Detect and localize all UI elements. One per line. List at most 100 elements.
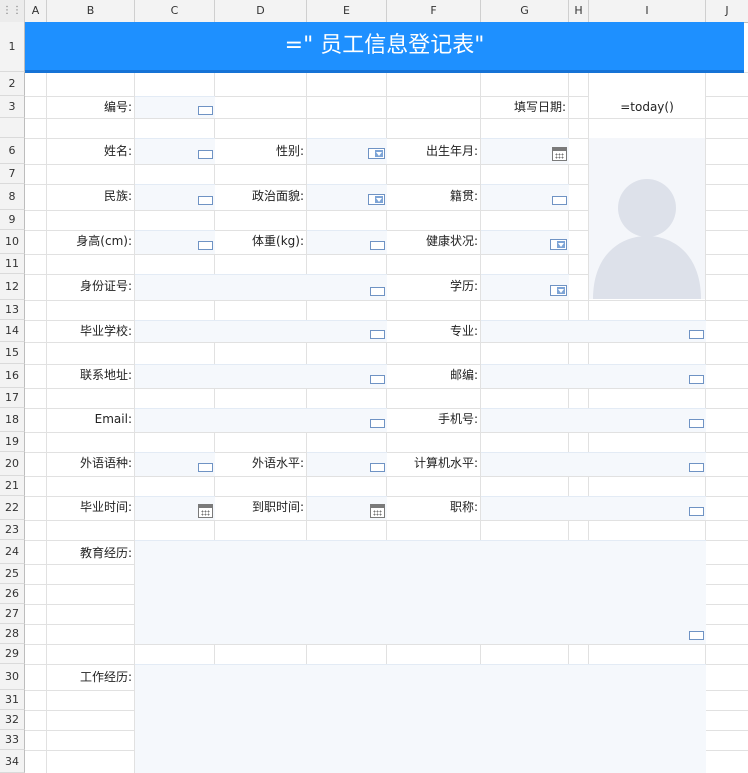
textbox-widget-icon — [552, 196, 567, 205]
height-field[interactable] — [135, 230, 215, 254]
textbox-widget-icon — [689, 463, 704, 472]
lang-field[interactable] — [135, 452, 215, 476]
column-header[interactable]: F — [387, 0, 481, 22]
name-field[interactable] — [135, 138, 215, 164]
row-header[interactable]: 27 — [0, 604, 25, 624]
form-title-banner[interactable]: =" 员工信息登记表" — [25, 22, 744, 73]
native-field[interactable] — [481, 184, 569, 210]
birth-date-picker[interactable] — [481, 138, 569, 164]
dropdown-icon[interactable] — [368, 148, 385, 159]
weight-field[interactable] — [307, 230, 387, 254]
column-header[interactable]: C — [135, 0, 215, 22]
calendar-icon[interactable] — [552, 147, 567, 161]
row-header[interactable]: 11 — [0, 254, 25, 274]
label-work-history: 工作经历: — [79, 670, 132, 684]
column-header[interactable]: G — [481, 0, 569, 22]
column-header[interactable]: A — [25, 0, 47, 22]
textbox-widget-icon — [370, 463, 385, 472]
grad-time-picker[interactable] — [135, 496, 215, 520]
edu-history-textarea[interactable] — [135, 540, 706, 644]
work-history-textarea[interactable] — [135, 664, 706, 773]
lang-level-field[interactable] — [307, 452, 387, 476]
dropdown-icon[interactable] — [368, 194, 385, 205]
row-header[interactable]: 29 — [0, 644, 25, 664]
row-header[interactable]: 23 — [0, 520, 25, 540]
column-header[interactable]: I — [589, 0, 706, 22]
fill-date-field[interactable]: =today() — [589, 96, 705, 118]
row-header[interactable]: 22 — [0, 496, 25, 520]
textbox-widget-icon — [198, 150, 213, 159]
calendar-icon[interactable] — [198, 504, 213, 518]
row-header[interactable]: 14 — [0, 320, 25, 342]
row-header[interactable]: 15 — [0, 342, 25, 364]
calendar-icon[interactable] — [370, 504, 385, 518]
row-header[interactable]: 28 — [0, 624, 25, 644]
education-select[interactable] — [481, 274, 569, 300]
title-field[interactable] — [481, 496, 706, 520]
ethnic-field[interactable] — [135, 184, 215, 210]
zip-field[interactable] — [481, 364, 706, 388]
phone-field[interactable] — [481, 408, 706, 432]
cell-grid[interactable] — [25, 22, 748, 773]
row-header[interactable]: 9 — [0, 210, 25, 230]
textbox-widget-icon — [370, 287, 385, 296]
textbox-widget-icon — [198, 241, 213, 250]
row-header[interactable]: 10 — [0, 230, 25, 254]
column-header[interactable]: H — [569, 0, 589, 22]
column-header[interactable]: D — [215, 0, 307, 22]
row-header[interactable]: 18 — [0, 408, 25, 432]
label-title: 职称: — [449, 500, 478, 514]
row-header[interactable]: 3 — [0, 96, 25, 118]
gender-select[interactable] — [307, 138, 387, 164]
column-header[interactable]: E — [307, 0, 387, 22]
label-weight: 体重(kg): — [252, 234, 304, 248]
label-political: 政治面貌: — [251, 189, 304, 203]
label-height: 身高(cm): — [76, 234, 132, 248]
label-education: 学历: — [449, 279, 478, 293]
label-phone: 手机号: — [437, 412, 478, 426]
idcard-field[interactable] — [135, 274, 387, 300]
row-header[interactable]: 30 — [0, 664, 25, 690]
row-header[interactable]: 6 — [0, 138, 25, 164]
row-header[interactable]: 31 — [0, 690, 25, 710]
row-header[interactable]: 8 — [0, 184, 25, 210]
address-field[interactable] — [135, 364, 387, 388]
school-field[interactable] — [135, 320, 387, 342]
political-select[interactable] — [307, 184, 387, 210]
label-email: Email: — [94, 412, 132, 426]
row-header[interactable]: 13 — [0, 300, 25, 320]
row-header[interactable]: 26 — [0, 584, 25, 604]
computer-level-field[interactable] — [481, 452, 706, 476]
textbox-widget-icon — [689, 419, 704, 428]
column-header[interactable]: J — [706, 0, 748, 22]
row-header[interactable]: 12 — [0, 274, 25, 300]
row-header[interactable]: 17 — [0, 388, 25, 408]
row-header[interactable]: 19 — [0, 432, 25, 452]
dropdown-icon[interactable] — [550, 239, 567, 250]
label-gender: 性别: — [275, 144, 304, 158]
row-header[interactable]: 25 — [0, 564, 25, 584]
column-header[interactable]: B — [47, 0, 135, 22]
major-field[interactable] — [481, 320, 706, 342]
column-header-bar: ⋮⋮ A B C D E F G H I J — [0, 0, 748, 23]
label-health: 健康状况: — [425, 234, 478, 248]
label-name: 姓名: — [103, 144, 132, 158]
row-header[interactable]: 33 — [0, 730, 25, 750]
row-header[interactable]: 7 — [0, 164, 25, 184]
id-field[interactable] — [135, 96, 215, 118]
email-field[interactable] — [135, 408, 387, 432]
row-header[interactable]: 21 — [0, 476, 25, 496]
select-all-corner[interactable]: ⋮⋮ — [0, 0, 25, 22]
row-header[interactable]: 32 — [0, 710, 25, 730]
label-address: 联系地址: — [79, 368, 132, 382]
join-time-picker[interactable] — [307, 496, 387, 520]
row-header[interactable]: 34 — [0, 750, 25, 773]
row-header[interactable]: 20 — [0, 452, 25, 476]
dropdown-icon[interactable] — [550, 285, 567, 296]
row-header[interactable]: 1 — [0, 22, 25, 72]
row-header[interactable]: 24 — [0, 540, 25, 564]
row-header[interactable]: 16 — [0, 364, 25, 388]
photo-placeholder[interactable] — [589, 138, 705, 299]
health-select[interactable] — [481, 230, 569, 254]
row-header[interactable]: 2 — [0, 72, 25, 96]
